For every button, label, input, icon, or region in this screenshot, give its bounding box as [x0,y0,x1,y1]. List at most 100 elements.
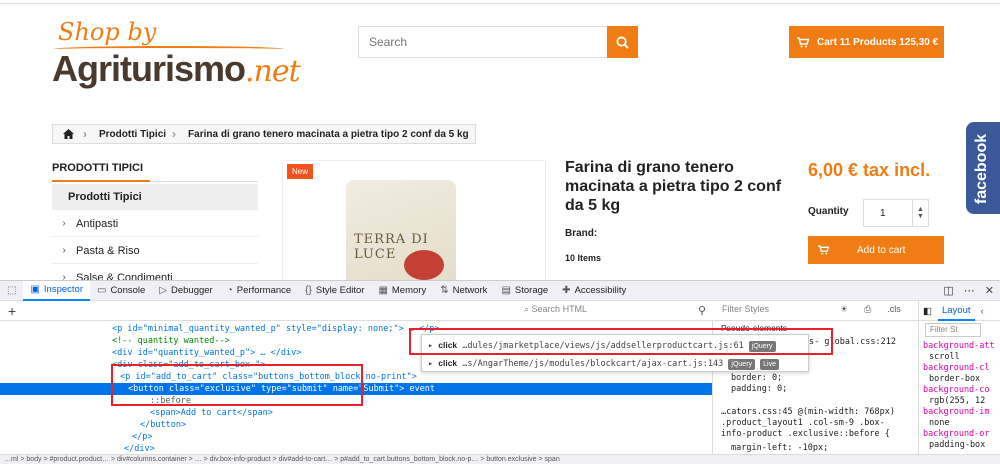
search-button[interactable] [607,26,638,58]
more-icon[interactable]: ⋯ [964,284,975,297]
tab-label: Memory [391,285,427,296]
cart-icon [797,36,809,47]
tab-label: Performance [236,285,292,296]
annotation-highlight-events [409,328,833,355]
sidebar-item-label: Salse & Condimenti [76,271,173,281]
tab-label: Accessibility [574,285,627,296]
sidebar-title: PRODOTTI TIPICI [52,162,144,174]
breadcrumb-category[interactable]: Prodotti Tipici [93,129,172,140]
filter-styles-input[interactable]: Filter Styles [722,304,769,314]
tab-console[interactable]: ▭ Console [90,281,152,301]
close-icon[interactable]: ✕ [985,284,994,297]
tab-label: Style Editor [315,285,365,296]
sidebar-item-label: Pasta & Riso [76,244,140,257]
tab-layout[interactable]: Layout [937,301,975,321]
quantity-input[interactable]: 1 [863,199,913,227]
computed-prop: background-or [923,429,990,439]
cart-button[interactable]: Cart 11 Products 125,30 € [789,26,944,58]
tab-label: Network [452,285,488,296]
facebook-tab[interactable]: facebook [966,122,1000,214]
product-title: Farina di grano tenero macinata a pietra… [565,159,782,214]
sidebar-item-salse[interactable]: › Salse & Condimenti [52,265,258,281]
tab-accessibility[interactable]: ✚ Accessibility [555,281,633,301]
rule-declaration[interactable]: border: 0; [731,373,782,384]
chevron-right-icon: › [62,245,66,256]
rule-declaration[interactable]: padding: 0; [731,384,787,395]
devtools-tabbar: ⬚ ▣ Inspector ▭ Console ▷ Debugger ◔ Perform… [0,280,1000,301]
dock-icon[interactable]: ◫ [943,284,953,297]
markup-line[interactable]: <span>Add to cart</span> [0,407,712,419]
computed-value: none [929,418,950,428]
search-input[interactable] [358,26,608,58]
shop-page: Shop by Agriturismo.net Cart 11 Products… [0,0,1000,280]
quantity-stepper[interactable]: ▲ ▼ [912,199,929,227]
add-to-cart-button[interactable]: Add to cart [808,236,944,264]
search-html-input[interactable]: Search HTML [524,304,588,315]
tab-memory[interactable]: ▦ Memory [371,281,433,301]
markup-line[interactable]: </p> [0,431,712,443]
sidebar-item-prodotti-tipici[interactable]: Prodotti Tipici [52,184,258,210]
layout-filter-input[interactable]: Filter St [925,323,981,337]
product-bag: TERRA DI LUCE [346,180,456,280]
bag-decoration [404,250,444,280]
sidebar-item-label: Antipasti [76,217,119,230]
rules-toolbar: ☀ ⎙ .cls [840,304,901,315]
event-row[interactable]: ▸ click …s/AngarTheme/js/modules/blockca… [428,354,779,372]
devtools-window-controls: ◫ ⋯ ✕ [943,284,994,297]
cart-label: Cart 11 Products 125,30 € [817,36,939,48]
pseudo-class-toggle-icon[interactable]: ☀ [840,304,848,315]
sidebar-item-pasta-riso[interactable]: › Pasta & Riso [52,238,258,264]
chevron-left-icon[interactable]: ‹ [981,306,984,317]
performance-icon: ◔ [226,285,233,296]
computed-prop: background-im [923,407,990,417]
brand-label: Brand: [565,228,598,239]
computed-value: border-box [929,374,981,384]
chevron-right-icon: › [62,272,66,280]
sidebar-item-antipasti[interactable]: › Antipasti [52,211,258,237]
rule-selector: .product_layout1 .col-sm-9 .box- [721,418,885,428]
print-icon[interactable]: ⎙ [864,304,871,315]
quantity-label: Quantity [808,206,849,217]
chevron-up-icon[interactable]: ▲ [917,206,924,213]
annotation-highlight-button [111,364,363,406]
element-picker-icon[interactable]: ⬚ [0,281,23,301]
tab-label: Storage [514,285,549,296]
tab-label: Console [110,285,146,296]
tab-storage[interactable]: ▤ Storage [494,281,555,301]
tab-label: Debugger [171,285,213,296]
add-node-icon[interactable]: + [8,301,16,321]
tab-style-editor[interactable]: {} Style Editor [298,281,371,301]
storage-icon: ▤ [501,285,511,296]
logo-main: Agriturismo.net [52,48,301,89]
computed-value: scroll [929,352,960,362]
chevron-down-icon[interactable]: ▼ [917,213,924,220]
tab-inspector[interactable]: ▣ Inspector [23,280,90,301]
debugger-icon: ▷ [159,285,167,296]
network-icon: ⇅ [440,285,449,296]
home-icon[interactable] [53,125,83,143]
tab-debugger[interactable]: ▷ Debugger [152,281,219,301]
search-icon [616,35,629,49]
markup-line[interactable]: </button> [0,419,712,431]
rule-source[interactable]: …cators.css:45 @(min-width: 768px) [721,407,895,418]
new-badge: New [287,164,314,179]
tab-performance[interactable]: ◔ Performance [220,281,298,301]
add-to-cart-label: Add to cart [857,244,906,256]
collapse-panel-icon[interactable]: ◧ [923,306,932,317]
computed-prop: background-cl [923,363,990,373]
eyedropper-icon[interactable]: ⚲ [698,304,706,317]
console-icon: ▭ [96,285,107,296]
site-logo[interactable]: Shop by Agriturismo.net [52,18,312,89]
rule-selector: info-product .exclusive::before { [721,429,890,439]
breadcrumb-separator: › [172,127,177,141]
markup-line[interactable]: </div> [0,443,712,454]
rule-declaration[interactable]: margin-left: -10px; [731,443,828,454]
chevron-right-icon: › [62,218,66,229]
breadcrumb: › Prodotti Tipici › Farina di grano tene… [52,124,476,144]
layout-view: Filter St background-att scroll backgrou… [918,321,1000,454]
computed-value: rgb(255, 12 [929,396,986,406]
logo-shopby: Shop by [58,18,157,46]
cls-toggle[interactable]: .cls [887,304,901,315]
style-editor-icon: {} [305,285,312,296]
tab-network[interactable]: ⇅ Network [433,281,494,301]
